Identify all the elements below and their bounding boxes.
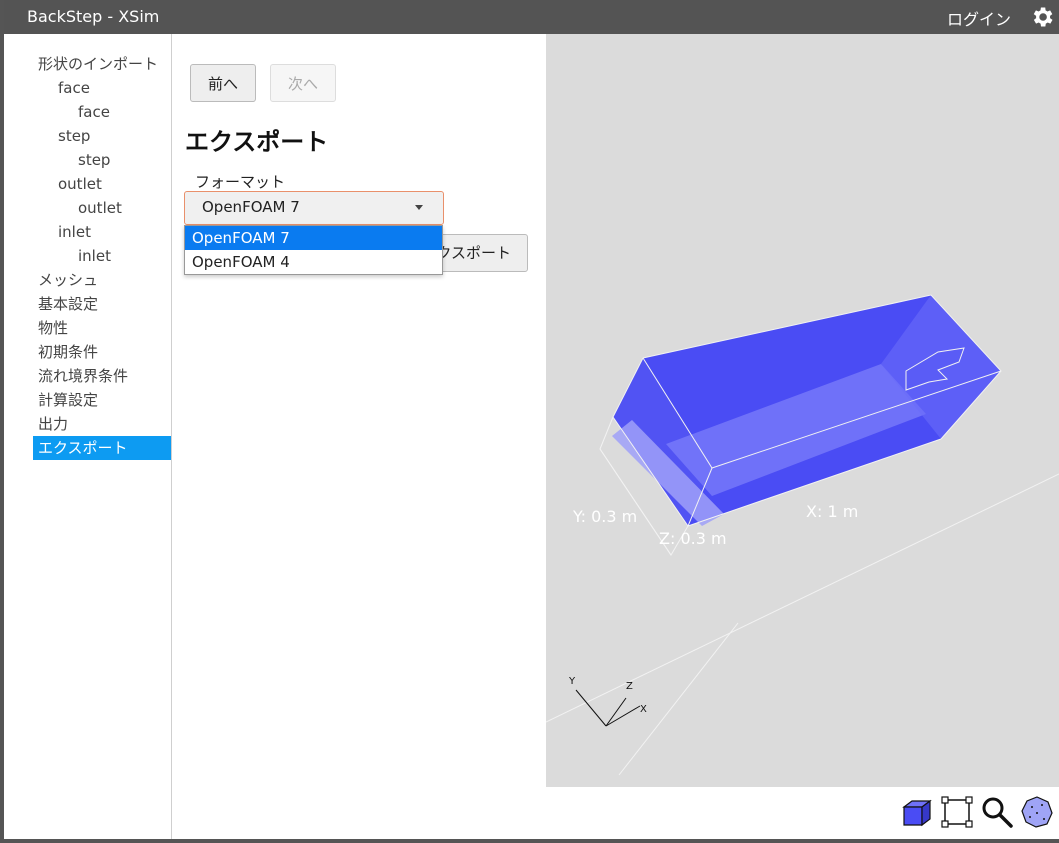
step-panel: 前へ 次へ エクスポート フォーマット エクスポート OpenFOAM 7 Op… [172,34,546,839]
tree-item-face-child[interactable]: face [78,100,110,124]
tree-item-output[interactable]: 出力 [38,412,68,436]
tree-item-boundary-conditions[interactable]: 流れ境界条件 [38,364,128,388]
tree-item-properties[interactable]: 物性 [38,316,68,340]
tree-item-face[interactable]: face [58,76,90,100]
dim-label-y: Y: 0.3 m [573,507,638,526]
tree-item-step[interactable]: step [58,124,90,148]
dim-label-x: X: 1 m [806,502,859,521]
bounding-box-icon[interactable] [940,795,974,829]
format-option-openfoam4[interactable]: OpenFOAM 4 [185,250,442,274]
format-label: フォーマット [195,173,286,191]
prev-button[interactable]: 前へ [190,64,256,102]
axis-label-z: Z [626,681,633,692]
tree-item-mesh[interactable]: メッシュ [38,268,98,292]
tree-item-export[interactable]: エクスポート [33,436,171,460]
tree-item-basic-settings[interactable]: 基本設定 [38,292,98,316]
tree-item-inlet-child[interactable]: inlet [78,244,111,268]
format-option-openfoam7[interactable]: OpenFOAM 7 [185,226,442,250]
title-bar: BackStep - XSim ログイン [4,0,1059,34]
tree-item-initial-conditions[interactable]: 初期条件 [38,340,98,364]
view-toolbar [546,787,1059,839]
tree-item-step-child[interactable]: step [78,148,110,172]
3d-viewport[interactable]: Y: 0.3 m Z: 0.3 m X: 1 m Y Z X [546,34,1059,787]
axis-triad [575,689,641,727]
dim-label-z: Z: 0.3 m [659,529,727,548]
solid-cube-icon[interactable] [900,795,934,829]
gear-icon[interactable] [1029,4,1055,30]
next-button[interactable]: 次へ [270,64,336,102]
app-title: BackStep - XSim [27,7,160,26]
zoom-icon[interactable] [980,795,1014,829]
app-window: BackStep - XSim ログイン 形状のインポート face face … [0,0,1059,843]
tree-item-outlet-child[interactable]: outlet [78,196,122,220]
tree-item-outlet[interactable]: outlet [58,172,102,196]
login-link[interactable]: ログイン [947,6,1011,30]
format-dropdown: OpenFOAM 7 OpenFOAM 4 [184,225,443,275]
step-tree: 形状のインポート face face step step outlet outl… [8,34,172,839]
scene-canvas [546,294,1059,776]
format-select-value: OpenFOAM 7 [202,198,300,216]
tree-item-solver-settings[interactable]: 計算設定 [38,388,98,412]
outline-zigzag [618,622,739,776]
format-select[interactable]: OpenFOAM 7 [184,191,444,225]
axis-label-x: X [640,704,647,715]
axis-label-y: Y [569,676,576,687]
chevron-down-icon [415,205,423,210]
page-title: エクスポート [185,128,329,156]
tree-item-import-shape[interactable]: 形状のインポート [38,52,158,76]
tree-item-inlet[interactable]: inlet [58,220,91,244]
mesh-sphere-icon[interactable] [1020,795,1054,829]
